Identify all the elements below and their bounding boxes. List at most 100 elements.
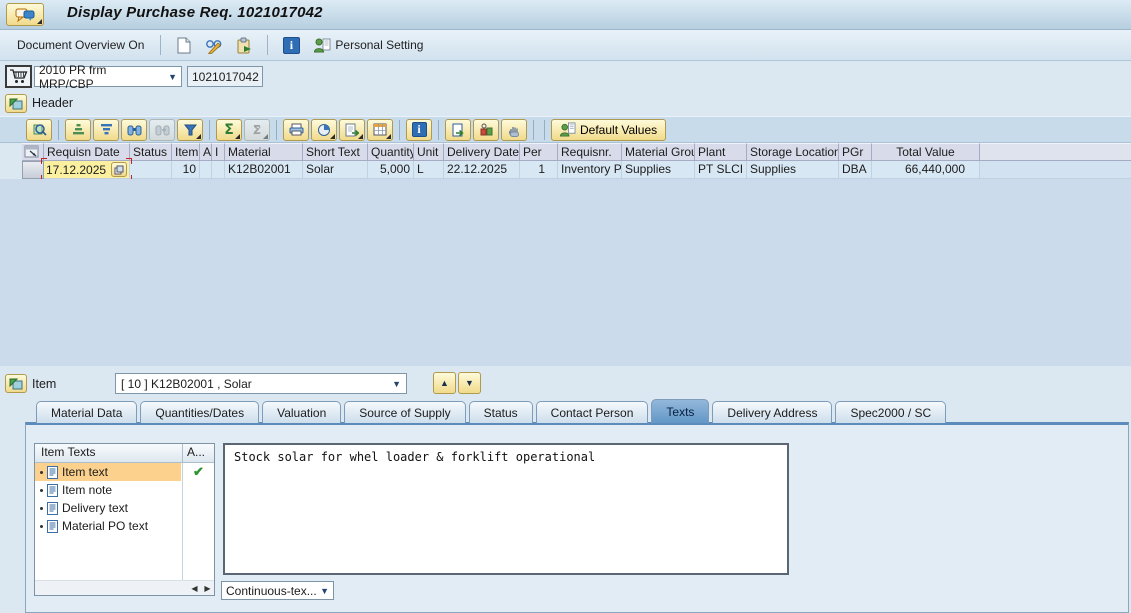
views-button[interactable] bbox=[311, 118, 337, 141]
scroll-right-button[interactable]: ▶ bbox=[201, 582, 214, 595]
per-cell[interactable]: 1 bbox=[520, 161, 558, 179]
hold-button[interactable] bbox=[501, 118, 527, 141]
layout-grid-icon bbox=[373, 123, 387, 136]
delivery-date-cell[interactable]: 22.12.2025 bbox=[444, 161, 520, 179]
column-header-material[interactable]: Material bbox=[225, 143, 303, 161]
column-header-status[interactable]: Status bbox=[130, 143, 172, 161]
tab-source-of-supply[interactable]: Source of Supply bbox=[344, 401, 466, 423]
find-next-icon bbox=[155, 124, 170, 136]
bullet-icon bbox=[40, 488, 43, 492]
filter-icon bbox=[183, 124, 197, 136]
other-document-button[interactable] bbox=[232, 34, 256, 56]
a-status-column: ✔ bbox=[182, 463, 214, 580]
scroll-left-button[interactable]: ◀ bbox=[188, 582, 201, 595]
i-cell[interactable] bbox=[212, 161, 225, 179]
column-header-material-group[interactable]: Material Group bbox=[622, 143, 695, 161]
list-horizontal-scrollbar[interactable]: ◀ ▶ bbox=[35, 580, 214, 595]
search-button[interactable] bbox=[26, 118, 52, 141]
info-button[interactable]: i bbox=[279, 34, 303, 56]
adopt-button[interactable] bbox=[445, 118, 471, 141]
column-header-item[interactable]: Item bbox=[172, 143, 200, 161]
abc-analysis-button[interactable] bbox=[473, 118, 499, 141]
column-header-plant[interactable]: Plant bbox=[695, 143, 747, 161]
document-number-field[interactable]: 1021017042 bbox=[187, 66, 263, 87]
sort-descending-button[interactable] bbox=[93, 118, 119, 141]
previous-item-button[interactable]: ▲ bbox=[433, 372, 456, 394]
tab-delivery-address[interactable]: Delivery Address bbox=[712, 401, 833, 423]
filter-button[interactable] bbox=[177, 118, 203, 141]
column-header-requisnr[interactable]: Requisnr. bbox=[558, 143, 622, 161]
subtotal-button[interactable]: Σ̷ bbox=[244, 118, 270, 141]
print-button[interactable] bbox=[283, 118, 309, 141]
page-title: Display Purchase Req. 1021017042 bbox=[67, 4, 323, 21]
views-icon bbox=[317, 123, 331, 137]
document-overview-button[interactable]: Document Overview On bbox=[12, 35, 149, 55]
other-document-icon bbox=[236, 37, 252, 54]
list-item-delivery-text[interactable]: Delivery text bbox=[35, 499, 181, 517]
sum-button[interactable]: Σ bbox=[216, 118, 242, 141]
column-header-unit[interactable]: Unit bbox=[414, 143, 444, 161]
column-header-per[interactable]: Per bbox=[520, 143, 558, 161]
choose-layout-button[interactable] bbox=[367, 118, 393, 141]
column-header-storage-location[interactable]: Storage Location bbox=[747, 143, 839, 161]
sort-ascending-button[interactable] bbox=[65, 118, 91, 141]
column-header-requisn-date[interactable]: Requisn Date bbox=[44, 143, 130, 161]
text-editor[interactable]: Stock solar for whel loader & forklift o… bbox=[223, 443, 789, 575]
tab-spec2000-sc[interactable]: Spec2000 / SC bbox=[835, 401, 947, 423]
grid-info-button[interactable]: i bbox=[406, 118, 432, 141]
text-format-select[interactable]: Continuous-tex... ▼ bbox=[221, 581, 334, 600]
find-next-button[interactable] bbox=[149, 118, 175, 141]
text-format-value: Continuous-tex... bbox=[226, 583, 317, 598]
requisnr-cell[interactable]: Inventory Pl bbox=[558, 161, 622, 179]
tab-material-data[interactable]: Material Data bbox=[36, 401, 138, 423]
a-cell[interactable] bbox=[200, 161, 212, 179]
text-editor-content[interactable]: Stock solar for whel loader & forklift o… bbox=[225, 445, 787, 469]
quantity-cell[interactable]: 5,000 bbox=[368, 161, 414, 179]
column-header-pgr[interactable]: PGr bbox=[839, 143, 872, 161]
default-values-button[interactable]: Default Values bbox=[551, 118, 667, 141]
list-item-item-text[interactable]: Item text bbox=[35, 463, 181, 481]
gui-services-button[interactable] bbox=[6, 3, 44, 26]
collapse-item-button[interactable] bbox=[5, 374, 27, 393]
find-button[interactable] bbox=[121, 118, 147, 141]
export-button[interactable] bbox=[339, 118, 365, 141]
item-select[interactable]: [ 10 ] K12B02001 , Solar ▼ bbox=[115, 373, 407, 394]
item-texts-panel-header: Item Texts A... bbox=[35, 444, 214, 463]
text-document-icon bbox=[47, 465, 58, 479]
plant-cell[interactable]: PT SLCI bbox=[695, 161, 747, 179]
tab-quantities-dates[interactable]: Quantities/Dates bbox=[140, 401, 260, 423]
unit-cell[interactable]: L bbox=[414, 161, 444, 179]
short-text-cell[interactable]: Solar bbox=[303, 161, 368, 179]
tab-valuation[interactable]: Valuation bbox=[262, 401, 342, 423]
column-header-a[interactable]: A bbox=[200, 143, 212, 161]
list-item-item-note[interactable]: Item note bbox=[35, 481, 181, 499]
status-cell[interactable] bbox=[130, 161, 172, 179]
total-value-cell[interactable]: 66,440,000 bbox=[872, 161, 980, 179]
expand-header-button[interactable] bbox=[5, 94, 27, 113]
sort-ascending-icon bbox=[72, 123, 85, 136]
tab-texts[interactable]: Texts bbox=[651, 399, 710, 423]
new-document-button[interactable] bbox=[172, 34, 196, 56]
tab-contact-person[interactable]: Contact Person bbox=[535, 401, 649, 423]
pgr-cell[interactable]: DBA bbox=[839, 161, 872, 179]
column-header-short-text[interactable]: Short Text bbox=[303, 143, 368, 161]
storage-location-cell[interactable]: Supplies bbox=[747, 161, 839, 179]
text-document-icon bbox=[47, 501, 58, 515]
display-change-button[interactable] bbox=[202, 34, 226, 56]
matchcode-button[interactable] bbox=[111, 162, 127, 177]
material-group-cell[interactable]: Supplies bbox=[622, 161, 695, 179]
material-cell[interactable]: K12B02001 bbox=[225, 161, 303, 179]
column-header-i[interactable]: I bbox=[212, 143, 225, 161]
next-item-button[interactable]: ▼ bbox=[458, 372, 481, 394]
column-header-total-value[interactable]: Total Value bbox=[872, 143, 980, 161]
shopping-cart-button[interactable] bbox=[5, 65, 32, 88]
texts-tab-content: Item Texts A... Item text Item note Deli… bbox=[25, 422, 1129, 613]
personal-setting-button[interactable]: Personal Setting bbox=[309, 34, 428, 56]
document-type-select[interactable]: 2010 PR frm MRP/CBP ▼ bbox=[34, 63, 182, 91]
tab-status[interactable]: Status bbox=[468, 401, 533, 423]
item-cell[interactable]: 10 bbox=[172, 161, 200, 179]
column-header-quantity[interactable]: Quantity bbox=[368, 143, 414, 161]
requisn-date-cell[interactable]: 17.12.2025 bbox=[41, 158, 132, 181]
column-header-delivery-date[interactable]: Delivery Date bbox=[444, 143, 520, 161]
list-item-material-po-text[interactable]: Material PO text bbox=[35, 517, 181, 535]
